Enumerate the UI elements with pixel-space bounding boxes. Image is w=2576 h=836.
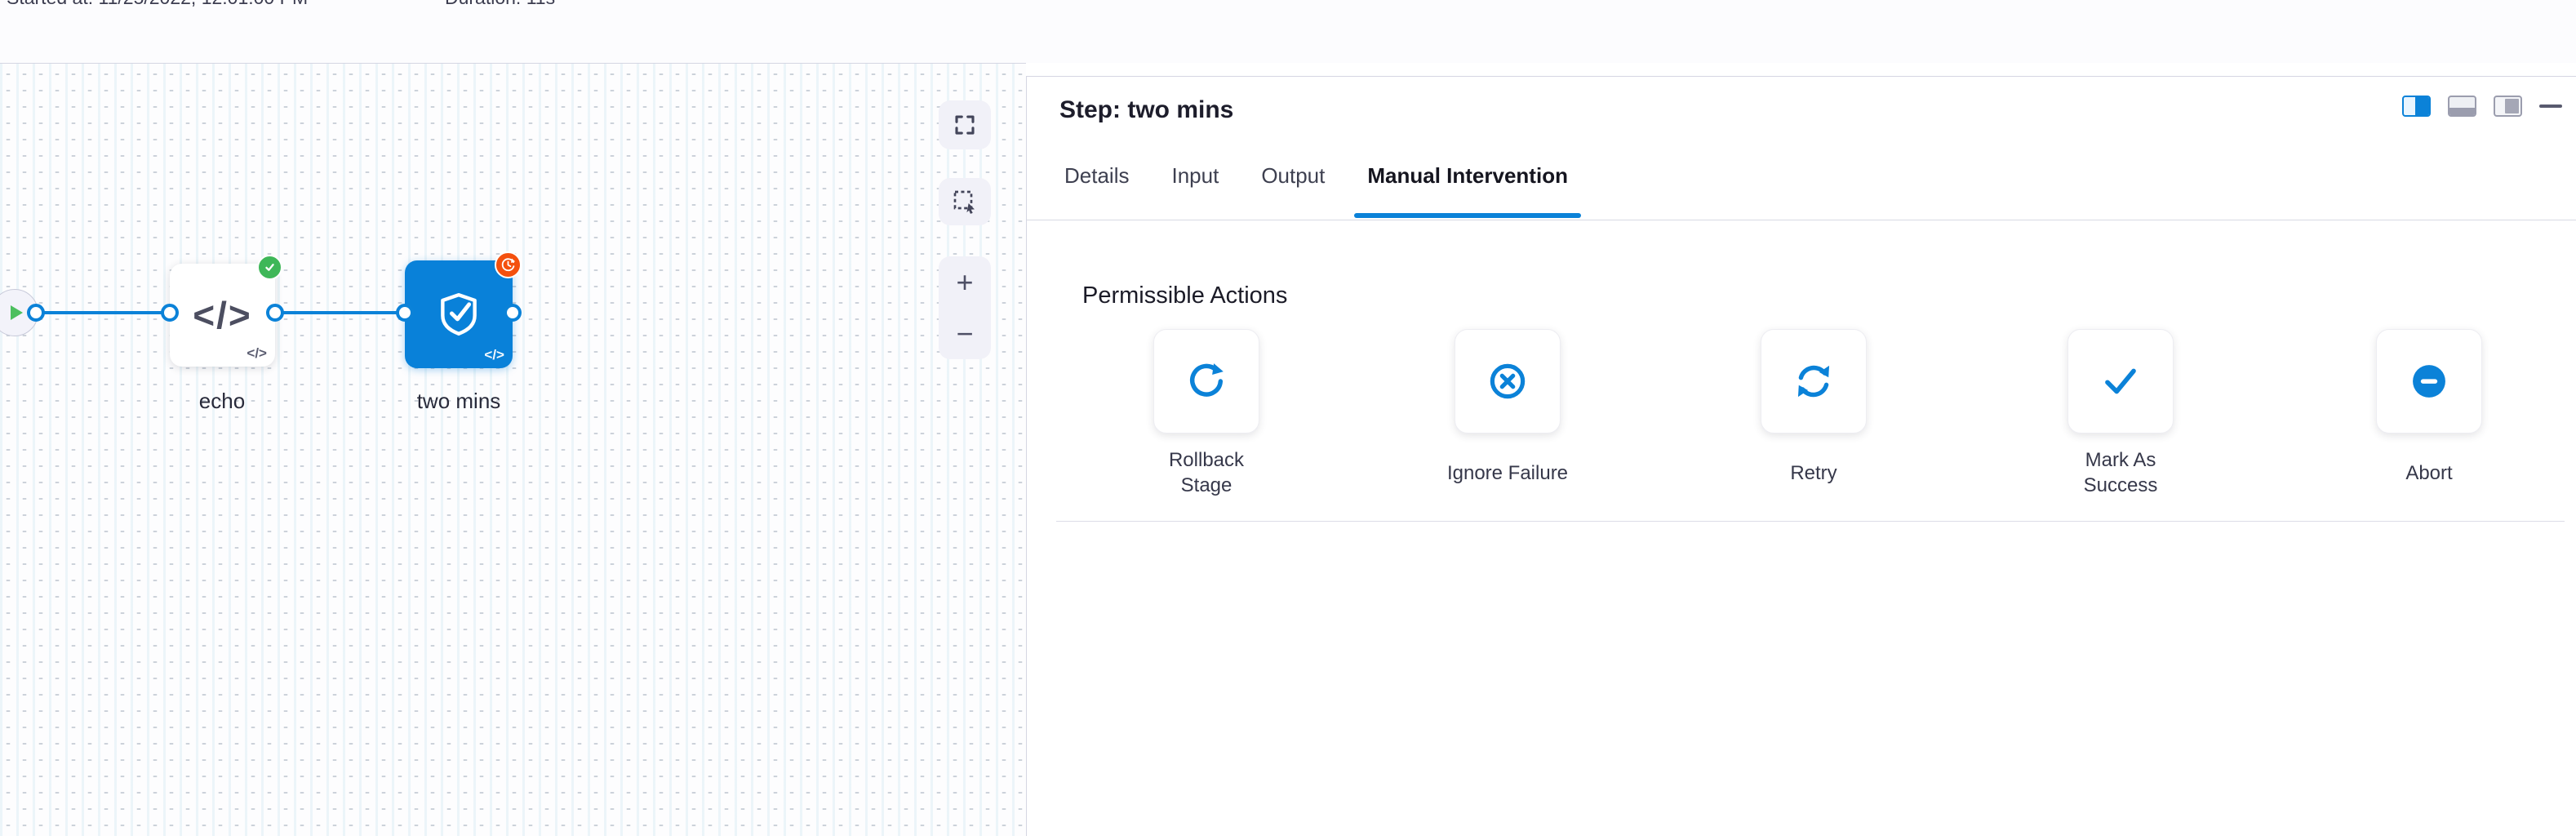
step-node-two-mins[interactable]: </> — [405, 260, 513, 368]
script-type-icon: </> — [484, 347, 504, 363]
code-icon: </> — [193, 293, 252, 337]
action-mark-as-success[interactable]: Mark As Success — [2023, 329, 2218, 499]
started-at-text: Started at: 11/25/2022, 12:01:00 PM — [7, 0, 308, 9]
connector-dot — [161, 304, 179, 322]
step-node-echo[interactable]: </> </> — [170, 264, 275, 367]
action-card[interactable] — [1153, 329, 1259, 434]
ignore-failure-icon — [1486, 360, 1529, 402]
mark-success-icon — [2099, 360, 2142, 402]
action-label: Mark As Success — [2059, 447, 2182, 499]
play-icon — [11, 305, 23, 320]
action-ignore-failure[interactable]: Ignore Failure — [1410, 329, 1606, 499]
section-divider — [1056, 521, 2565, 522]
action-card[interactable] — [1761, 329, 1867, 434]
action-card[interactable] — [1455, 329, 1561, 434]
step-tabs: Details Input Output Manual Intervention — [1064, 161, 1568, 190]
expand-icon — [953, 113, 977, 137]
action-abort[interactable]: Abort — [2331, 329, 2527, 499]
marquee-select-button[interactable] — [939, 178, 991, 225]
layout-split-right-icon[interactable] — [2402, 96, 2431, 117]
shield-check-icon — [433, 287, 484, 341]
action-label: Retry — [1790, 447, 1837, 499]
action-label: Abort — [2405, 447, 2452, 499]
retry-icon — [1792, 360, 1835, 402]
zoom-controls[interactable]: + − — [939, 256, 991, 359]
fit-to-screen-button[interactable] — [939, 100, 991, 149]
tab-output[interactable]: Output — [1261, 161, 1325, 190]
action-retry[interactable]: Retry — [1716, 329, 1912, 499]
minimize-icon[interactable] — [2539, 104, 2562, 108]
zoom-in-button[interactable]: + — [956, 268, 973, 297]
abort-icon — [2408, 360, 2450, 402]
connector-dot — [27, 304, 45, 322]
duration-text: Duration: 11s — [445, 0, 555, 9]
rollback-icon — [1185, 360, 1228, 402]
script-type-icon: </> — [246, 345, 267, 362]
permissible-actions-title: Permissible Actions — [1082, 282, 1287, 309]
action-card[interactable] — [2376, 329, 2482, 434]
tab-details[interactable]: Details — [1064, 161, 1129, 190]
success-badge-icon — [257, 255, 282, 280]
timeout-waiting-badge-icon — [495, 251, 522, 278]
connector-dot — [504, 304, 522, 322]
action-label: Rollback Stage — [1145, 447, 1268, 499]
action-card[interactable] — [2067, 329, 2174, 434]
execution-header-strip: Started at: 11/25/2022, 12:01:00 PM Dura… — [0, 0, 2576, 63]
panel-title: Step: two mins — [1059, 96, 1233, 124]
tab-manual-intervention[interactable]: Manual Intervention — [1367, 161, 1568, 190]
action-rollback-stage[interactable]: Rollback Stage — [1108, 329, 1304, 499]
connector-dot — [396, 304, 414, 322]
panel-layout-controls — [2402, 96, 2562, 117]
marquee-select-icon — [952, 189, 978, 215]
node-label-echo: echo — [140, 389, 304, 414]
layout-right-drawer-icon[interactable] — [2494, 96, 2522, 117]
zoom-out-button[interactable]: − — [956, 319, 973, 349]
node-label-two-mins: two mins — [377, 389, 540, 414]
layout-bottom-drawer-icon[interactable] — [2448, 96, 2476, 117]
pipeline-canvas[interactable]: </> </> </> echo two mins — [0, 63, 1026, 836]
tab-input[interactable]: Input — [1171, 161, 1219, 190]
pipeline-execution-page: Started at: 11/25/2022, 12:01:00 PM Dura… — [0, 0, 2576, 836]
connector-dot — [266, 304, 284, 322]
link-echo-to-two-mins — [275, 311, 406, 314]
link-start-to-echo — [36, 311, 171, 314]
action-label: Ignore Failure — [1447, 447, 1568, 499]
step-details-panel: Step: two mins Details Input Output Manu… — [1026, 76, 2576, 836]
